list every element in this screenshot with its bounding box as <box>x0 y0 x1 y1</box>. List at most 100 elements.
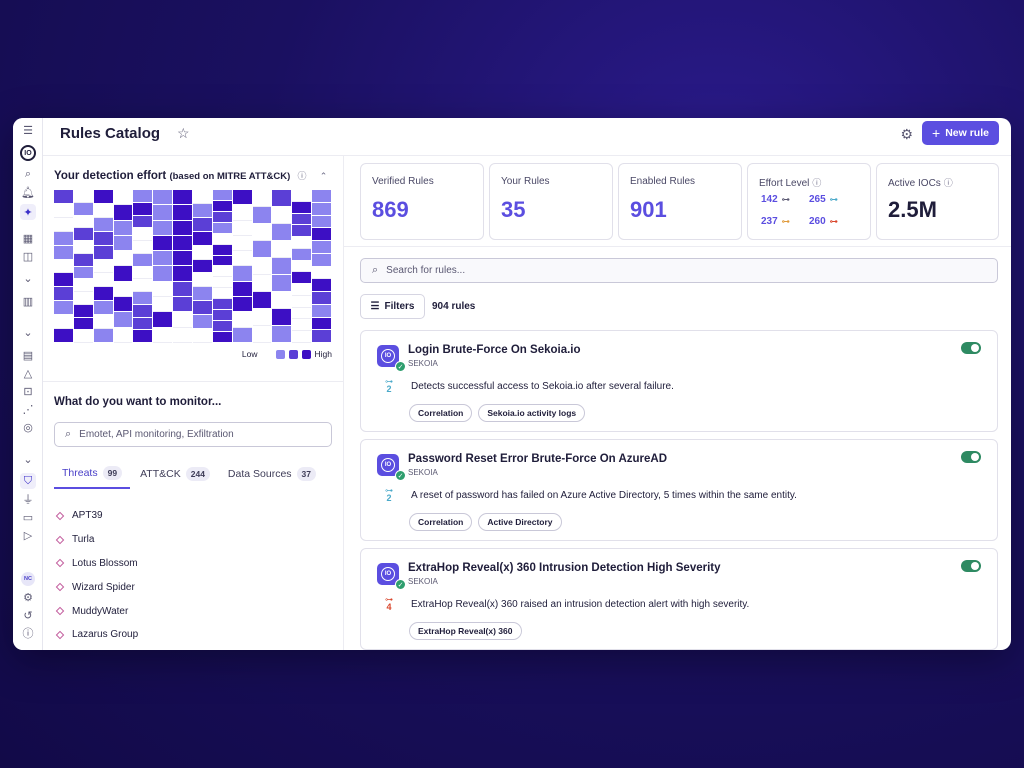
heatmap-cell[interactable] <box>133 266 153 280</box>
heatmap-cell[interactable] <box>312 279 331 292</box>
heatmap-cell[interactable] <box>252 292 272 309</box>
warning-icon[interactable]: △ <box>20 365 36 381</box>
heatmap-cell[interactable] <box>173 266 192 282</box>
heatmap-cell[interactable] <box>73 241 93 254</box>
list-item[interactable]: Lazarus Group <box>55 623 138 647</box>
heatmap-cell[interactable] <box>193 231 212 246</box>
heatmap-cell[interactable] <box>212 331 232 343</box>
monitor-search-box[interactable]: ⌕ <box>54 422 332 447</box>
heatmap-cell[interactable] <box>173 190 192 206</box>
heatmap-cell[interactable] <box>133 241 153 254</box>
heatmap-cell[interactable] <box>193 315 212 330</box>
heatmap-cell[interactable] <box>252 207 272 224</box>
heatmap-cell[interactable] <box>153 266 173 282</box>
heatmap-cell[interactable] <box>73 202 93 216</box>
sparkle-icon[interactable]: ✦ <box>20 204 36 220</box>
settings-gear-icon[interactable]: ⚙ <box>900 126 913 143</box>
target-icon[interactable]: ◎ <box>20 419 36 435</box>
heatmap-cell[interactable] <box>73 304 93 318</box>
heatmap-cell[interactable] <box>133 317 153 331</box>
heatmap-cell[interactable] <box>312 190 331 203</box>
heatmap-cell[interactable] <box>93 301 113 316</box>
heatmap-cell[interactable] <box>212 288 232 300</box>
heatmap-cell[interactable] <box>54 217 73 232</box>
heatmap-cell[interactable] <box>292 213 312 226</box>
tag[interactable]: Active Directory <box>478 513 562 531</box>
heatmap-cell[interactable] <box>312 304 331 318</box>
heatmap-cell[interactable] <box>173 327 192 343</box>
heatmap-cell[interactable] <box>113 220 133 236</box>
heatmap-cell[interactable] <box>212 233 232 245</box>
heatmap-cell[interactable] <box>193 329 212 343</box>
heatmap-cell[interactable] <box>193 287 212 302</box>
heatmap-cell[interactable] <box>212 321 232 332</box>
heatmap-cell[interactable] <box>153 235 173 252</box>
rule-enable-toggle[interactable] <box>961 342 981 354</box>
tag[interactable]: ExtraHop Reveal(x) 360 <box>409 622 522 640</box>
heatmap-cell[interactable] <box>212 266 232 278</box>
heatmap-cell[interactable] <box>93 315 113 330</box>
heatmap-cell[interactable] <box>153 297 173 313</box>
attack-heatmap[interactable] <box>54 190 332 343</box>
heatmap-cell[interactable] <box>292 272 312 285</box>
tab-attack[interactable]: ATT&CK 244 <box>132 460 218 489</box>
heatmap-cell[interactable] <box>54 259 73 274</box>
tag[interactable]: Correlation <box>409 404 473 422</box>
heatmap-cell[interactable] <box>93 273 113 288</box>
heatmap-cell[interactable] <box>292 319 312 332</box>
heatmap-cell[interactable] <box>212 255 232 267</box>
heatmap-cell[interactable] <box>73 266 93 280</box>
shield-check-icon[interactable]: ⛉ <box>20 473 36 489</box>
trend-icon[interactable]: ⋰ <box>20 401 36 417</box>
heatmap-cell[interactable] <box>153 327 173 343</box>
heatmap-cell[interactable] <box>212 277 232 289</box>
monitor-search-input[interactable] <box>79 429 300 440</box>
heatmap-cell[interactable] <box>292 248 312 261</box>
heatmap-cell[interactable] <box>193 217 212 232</box>
history-icon[interactable]: ↺ <box>20 607 36 623</box>
heatmap-cell[interactable] <box>73 190 93 203</box>
tag[interactable]: Sekoia.io activity logs <box>478 404 586 422</box>
heatmap-cell[interactable] <box>113 281 133 298</box>
heatmap-cell[interactable] <box>212 211 232 223</box>
heatmap-cell[interactable] <box>93 259 113 274</box>
heatmap-cell[interactable] <box>113 251 133 267</box>
heatmap-cell[interactable] <box>54 301 73 316</box>
heatmap-cell[interactable] <box>232 266 252 282</box>
rule-card[interactable]: IO ✓ Login Brute-Force On Sekoia.io SEKO… <box>360 330 998 432</box>
heatmap-cell[interactable] <box>173 251 192 267</box>
tab-threats[interactable]: Threats 99 <box>54 460 131 489</box>
heatmap-cell[interactable] <box>133 253 153 267</box>
heatmap-cell[interactable] <box>93 329 113 343</box>
heatmap-cell[interactable] <box>232 220 252 236</box>
heatmap-cell[interactable] <box>73 279 93 292</box>
menu-icon[interactable]: ☰ <box>20 122 36 138</box>
play-icon[interactable]: ▷ <box>20 527 36 543</box>
heatmap-cell[interactable] <box>292 284 312 296</box>
list-item[interactable]: Wizard Spider <box>55 575 138 599</box>
heatmap-cell[interactable] <box>133 228 153 241</box>
heatmap-cell[interactable] <box>252 224 272 241</box>
heatmap-cell[interactable] <box>173 281 192 298</box>
list-item[interactable]: APT39 <box>55 504 138 528</box>
heatmap-cell[interactable] <box>193 301 212 316</box>
heatmap-cell[interactable] <box>133 330 153 343</box>
heatmap-cell[interactable] <box>212 310 232 322</box>
heatmap-cell[interactable] <box>292 201 312 214</box>
heatmap-cell[interactable] <box>193 203 212 218</box>
heatmap-cell[interactable] <box>93 245 113 260</box>
heatmap-cell[interactable] <box>252 241 272 258</box>
heatmap-cell[interactable] <box>173 312 192 328</box>
heatmap-cell[interactable] <box>212 190 232 201</box>
heatmap-cell[interactable] <box>113 312 133 328</box>
heatmap-cell[interactable] <box>292 295 312 308</box>
heatmap-cell[interactable] <box>193 245 212 260</box>
heatmap-cell[interactable] <box>272 207 292 224</box>
heatmap-cell[interactable] <box>93 203 113 218</box>
heatmap-cell[interactable] <box>312 266 331 280</box>
heatmap-cell[interactable] <box>232 251 252 267</box>
info-icon[interactable]: ⓘ <box>812 178 821 188</box>
heatmap-cell[interactable] <box>173 205 192 221</box>
new-rule-button[interactable]: + New rule <box>922 121 999 145</box>
heatmap-cell[interactable] <box>252 258 272 275</box>
